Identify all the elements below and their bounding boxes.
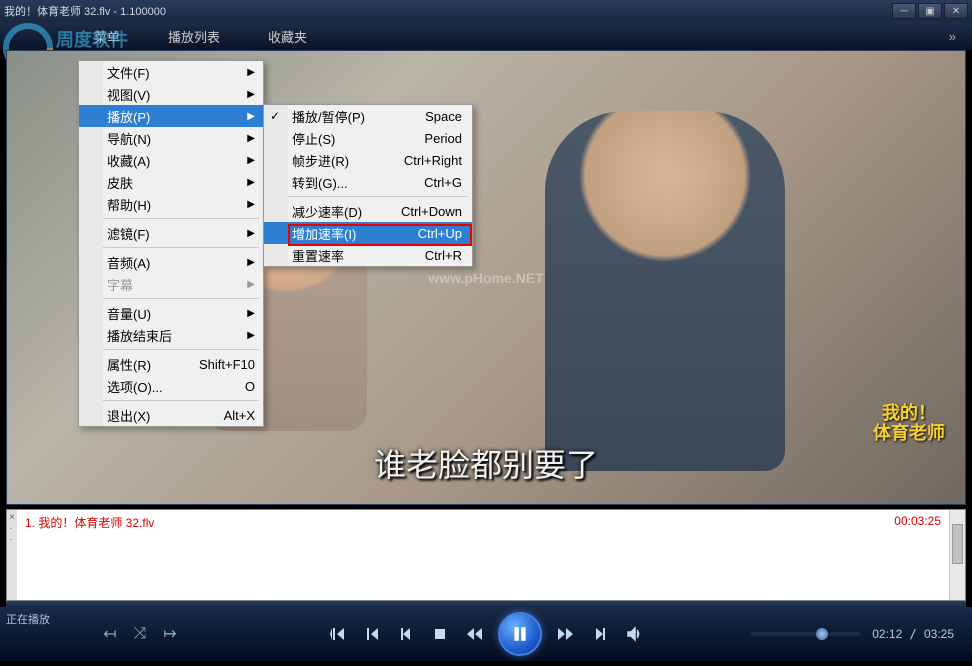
chevron-right-icon: ▶: [247, 133, 255, 144]
left-controls: ↤ ⤨ ↦: [100, 624, 180, 644]
menu-filter[interactable]: 滤镜(F)▶: [79, 222, 263, 244]
check-icon: ✓: [270, 109, 280, 123]
forward-button[interactable]: [556, 624, 576, 644]
playlist-body[interactable]: 1. 我的！体育老师 32.flv 00:03:25: [17, 510, 949, 600]
seek-knob[interactable]: [816, 628, 828, 640]
menu-subtitle: 字幕▶: [79, 273, 263, 295]
rewind-button[interactable]: [464, 624, 484, 644]
scrollbar-thumb[interactable]: [952, 524, 963, 564]
menu-view[interactable]: 视图(V)▶: [79, 83, 263, 105]
submenu-decrease-rate[interactable]: 减少速率(D)Ctrl+Down: [264, 200, 472, 222]
submenu-reset-rate[interactable]: 重置速率Ctrl+R: [264, 244, 472, 266]
playlist-item-name: 1. 我的！体育老师 32.flv: [25, 514, 894, 531]
menu-properties[interactable]: 属性(R)Shift+F10: [79, 353, 263, 375]
menu-after-playback[interactable]: 播放结束后▶: [79, 324, 263, 346]
chevron-right-icon: ▶: [247, 330, 255, 341]
seek-area: 02:12 / 03:25: [750, 627, 954, 641]
subtitle-text: 谁老脸都别要了: [374, 440, 598, 486]
seek-bar[interactable]: [750, 632, 860, 636]
video-watermark: www.pHome.NET: [428, 270, 543, 286]
window-title: 我的！体育老师 32.flv - 1.100000: [4, 3, 892, 19]
menubar: 周度软件 www.pc0359.cn 菜单 播放列表 收藏夹 »: [0, 22, 972, 50]
shuffle-icon[interactable]: ⤨: [130, 624, 150, 644]
frame-forward-button[interactable]: [590, 624, 610, 644]
show-logo: 我的！ 体育老师: [873, 404, 945, 444]
menu-file[interactable]: 文件(F)▶: [79, 61, 263, 83]
chevron-right-icon: ▶: [247, 155, 255, 166]
scrollbar[interactable]: [949, 510, 965, 600]
close-button[interactable]: ✕: [944, 3, 968, 19]
window-controls: ─ ▣ ✕: [892, 3, 968, 19]
chevron-right-icon: ▶: [247, 228, 255, 239]
menu-volume[interactable]: 音量(U)▶: [79, 302, 263, 324]
submenu-increase-rate[interactable]: 增加速率(I)Ctrl+Up: [264, 222, 472, 244]
status-text: 正在播放: [6, 611, 50, 627]
context-menu: 文件(F)▶ 视图(V)▶ 播放(P)▶ 导航(N)▶ 收藏(A)▶ 皮肤▶ 帮…: [78, 60, 264, 427]
menu-favorites[interactable]: 收藏夹: [244, 27, 331, 46]
volume-button[interactable]: [624, 624, 644, 644]
stop-button[interactable]: [430, 624, 450, 644]
chevron-right-icon: ▶: [247, 257, 255, 268]
play-pause-button[interactable]: [498, 612, 542, 656]
chevron-right-icon: ▶: [247, 199, 255, 210]
skip-back-button[interactable]: [328, 624, 348, 644]
menu-navigate[interactable]: 导航(N)▶: [79, 127, 263, 149]
menu-exit[interactable]: 退出(X)Alt+X: [79, 404, 263, 426]
menu-skin[interactable]: 皮肤▶: [79, 171, 263, 193]
play-submenu: ✓播放/暂停(P)Space 停止(S)Period 帧步进(R)Ctrl+Ri…: [263, 104, 473, 267]
submenu-goto[interactable]: 转到(G)...Ctrl+G: [264, 171, 472, 193]
submenu-stop[interactable]: 停止(S)Period: [264, 127, 472, 149]
menu-options[interactable]: 选项(O)...O: [79, 375, 263, 397]
playlist-item-duration: 00:03:25: [894, 514, 941, 531]
maximize-button[interactable]: ▣: [918, 3, 942, 19]
menu-help[interactable]: 帮助(H)▶: [79, 193, 263, 215]
controls-bar: 正在播放 ↤ ⤨ ↦ 02:12 / 03:25: [0, 607, 972, 661]
prev-track-icon[interactable]: ↤: [100, 624, 120, 644]
menu-audio[interactable]: 音频(A)▶: [79, 251, 263, 273]
submenu-frame-step[interactable]: 帧步进(R)Ctrl+Right: [264, 149, 472, 171]
chevron-right-icon: ▶: [247, 279, 255, 290]
person-silhouette: [545, 111, 785, 471]
time-display: 02:12 / 03:25: [872, 627, 954, 641]
chevron-right-icon: ▶: [247, 111, 255, 122]
chevron-right-icon: ▶: [247, 308, 255, 319]
chevron-right-icon: ▶: [247, 177, 255, 188]
menu-main[interactable]: 菜单: [70, 27, 144, 46]
minimize-button[interactable]: ─: [892, 3, 916, 19]
menu-more-icon[interactable]: »: [933, 29, 972, 44]
frame-back-button[interactable]: [396, 624, 416, 644]
menu-play[interactable]: 播放(P)▶: [79, 105, 263, 127]
menu-favorite[interactable]: 收藏(A)▶: [79, 149, 263, 171]
next-track-icon[interactable]: ↦: [160, 624, 180, 644]
playback-controls: [328, 612, 644, 656]
playlist-panel: ×·· 1. 我的！体育老师 32.flv 00:03:25: [6, 509, 966, 601]
chevron-right-icon: ▶: [247, 89, 255, 100]
step-back-button[interactable]: [362, 624, 382, 644]
submenu-play-pause[interactable]: ✓播放/暂停(P)Space: [264, 105, 472, 127]
playlist-close-button[interactable]: ×··: [7, 510, 17, 600]
chevron-right-icon: ▶: [247, 67, 255, 78]
titlebar: 我的！体育老师 32.flv - 1.100000 ─ ▣ ✕: [0, 0, 972, 22]
menu-playlist[interactable]: 播放列表: [144, 27, 244, 46]
playlist-item[interactable]: 1. 我的！体育老师 32.flv 00:03:25: [25, 514, 941, 531]
